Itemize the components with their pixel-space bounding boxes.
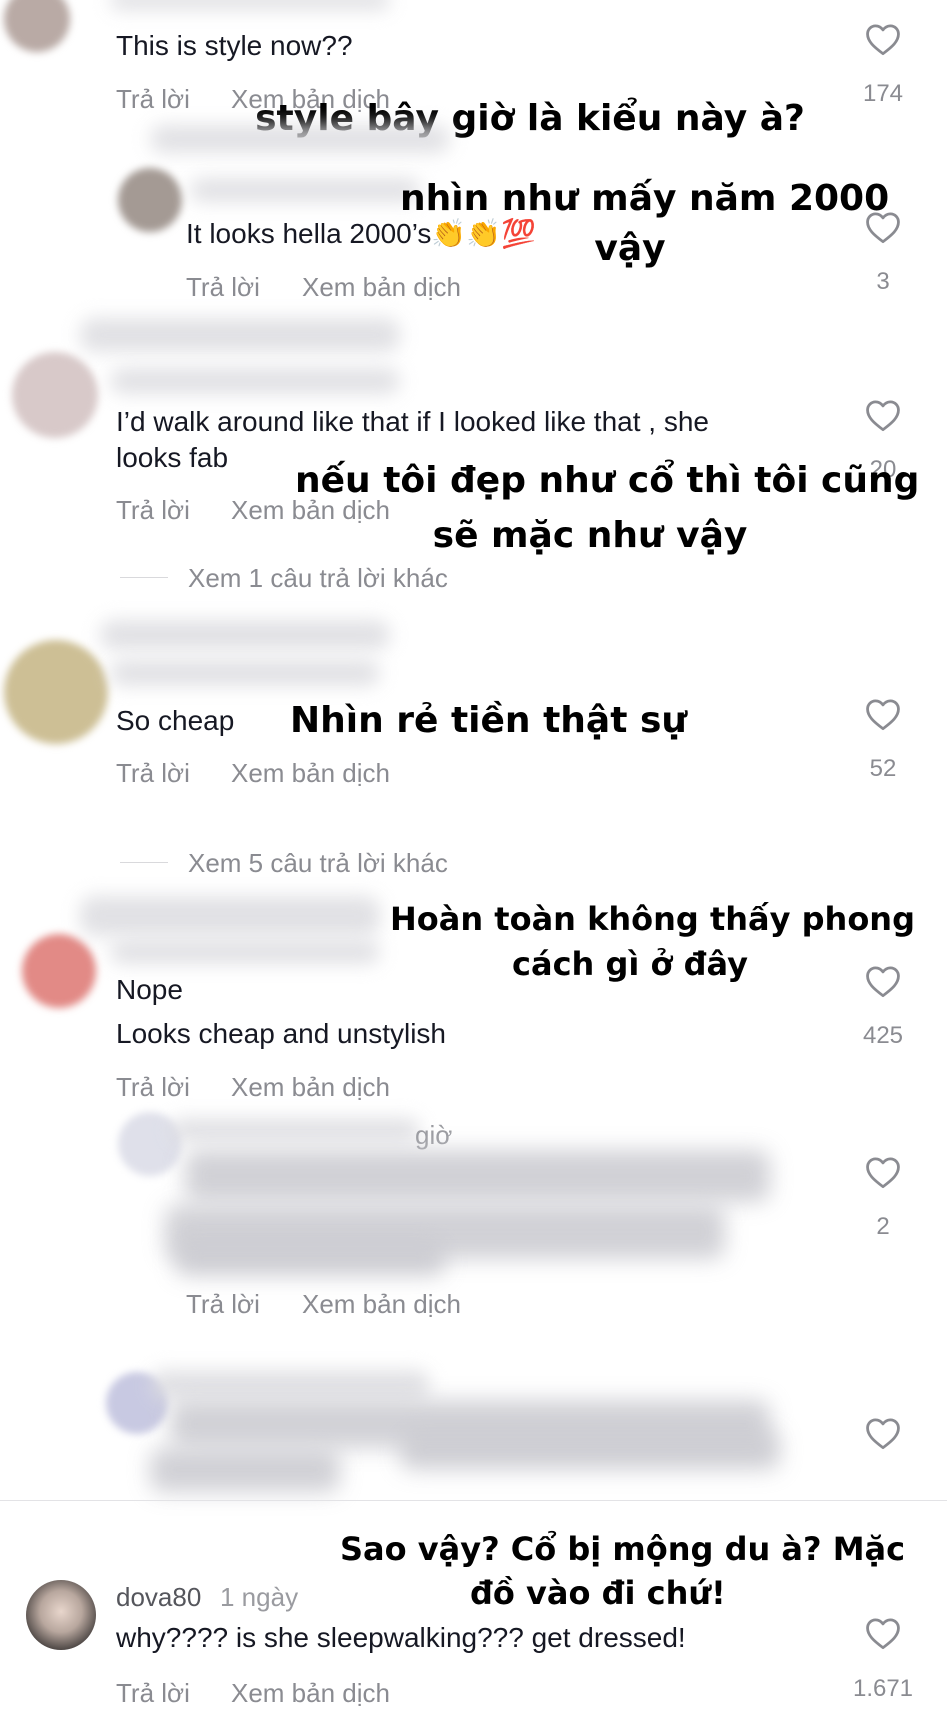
like-count: 1.671 <box>852 1675 914 1702</box>
avatar[interactable] <box>118 168 182 232</box>
like-count: 425 <box>862 1022 904 1049</box>
divider <box>120 577 168 578</box>
comment-text: I’d walk around like that if I looked li… <box>116 406 709 437</box>
translation-caption: cách gì ở đây <box>512 945 748 983</box>
blurred-username <box>110 368 400 394</box>
translate-button[interactable]: Xem bản dịch <box>231 758 390 789</box>
comment-username[interactable]: dova80 <box>116 1582 201 1613</box>
translation-caption: Nhìn rẻ tiền thật sự <box>290 700 688 741</box>
view-more-replies[interactable]: Xem 1 câu trả lời khác <box>188 563 448 594</box>
blurred-username <box>170 1118 420 1142</box>
blurred-username <box>80 896 380 936</box>
translate-button[interactable]: Xem bản dịch <box>231 1678 390 1709</box>
blurred-username <box>110 940 380 964</box>
heart-icon[interactable] <box>864 22 902 56</box>
heart-icon[interactable] <box>864 398 902 432</box>
like-count: 174 <box>862 80 904 107</box>
avatar[interactable] <box>4 640 108 744</box>
heart-icon[interactable] <box>864 1416 902 1450</box>
translation-caption: nhìn như mấy năm 2000 <box>400 178 890 219</box>
blurred-username <box>150 125 450 153</box>
translation-caption: sẽ mặc như vậy <box>432 515 748 556</box>
blurred-username <box>110 0 390 10</box>
translation-caption: nếu tôi đẹp như cổ thì tôi cũng <box>295 460 920 501</box>
avatar[interactable] <box>26 1580 96 1650</box>
comment-text: Nope <box>116 974 183 1005</box>
avatar[interactable] <box>22 934 96 1008</box>
avatar[interactable] <box>12 352 98 438</box>
translation-caption: Hoàn toàn không thấy phong <box>390 900 915 938</box>
blurred-comment <box>185 1150 770 1202</box>
heart-icon[interactable] <box>864 697 902 731</box>
blurred-username <box>100 620 390 650</box>
like-count: 52 <box>869 755 897 782</box>
reply-button[interactable]: Trả lời <box>186 272 260 303</box>
blurred-username <box>110 660 380 686</box>
divider <box>120 862 168 863</box>
translate-button[interactable]: Xem bản dịch <box>302 272 461 303</box>
comment-time: giờ <box>415 1120 453 1150</box>
translate-button[interactable]: Xem bản dịch <box>302 1289 461 1320</box>
reply-button[interactable]: Trả lời <box>116 495 190 526</box>
heart-icon[interactable] <box>864 1616 902 1650</box>
reply-button[interactable]: Trả lời <box>116 1072 190 1103</box>
translation-caption: đồ vào đi chứ! <box>470 1574 726 1612</box>
like-count: 3 <box>876 268 890 295</box>
blurred-comment <box>150 1448 340 1492</box>
blurred-comment <box>400 1430 780 1470</box>
translation-caption: Sao vậy? Cổ bị mộng du à? Mặc <box>340 1530 906 1568</box>
translate-button[interactable]: Xem bản dịch <box>231 1072 390 1103</box>
comment-text: It looks hella 2000’s👏👏💯 <box>186 218 537 249</box>
reply-button[interactable]: Trả lời <box>116 84 190 115</box>
reply-button[interactable]: Trả lời <box>116 1678 190 1709</box>
like-count: 2 <box>876 1213 890 1240</box>
avatar[interactable] <box>4 0 70 52</box>
comment-date: 1 ngày <box>220 1582 299 1612</box>
blurred-username <box>80 318 400 352</box>
comment-text: looks fab <box>116 442 229 473</box>
heart-icon[interactable] <box>864 964 902 998</box>
reply-button[interactable]: Trả lời <box>186 1289 260 1320</box>
comment-text: why???? is she sleepwalking??? get dress… <box>116 1622 686 1653</box>
comment-text: This is style now?? <box>116 30 353 61</box>
comment-text: So cheap <box>116 705 235 736</box>
comment-text: Looks cheap and unstylish <box>116 1018 446 1049</box>
view-more-replies[interactable]: Xem 5 câu trả lời khác <box>188 848 448 879</box>
heart-icon[interactable] <box>864 1155 902 1189</box>
divider <box>0 1500 947 1501</box>
blurred-username <box>150 1370 430 1400</box>
translation-caption: vậy <box>594 228 666 269</box>
blurred-comment <box>175 1240 445 1276</box>
reply-button[interactable]: Trả lời <box>116 758 190 789</box>
blurred-username <box>190 178 420 202</box>
